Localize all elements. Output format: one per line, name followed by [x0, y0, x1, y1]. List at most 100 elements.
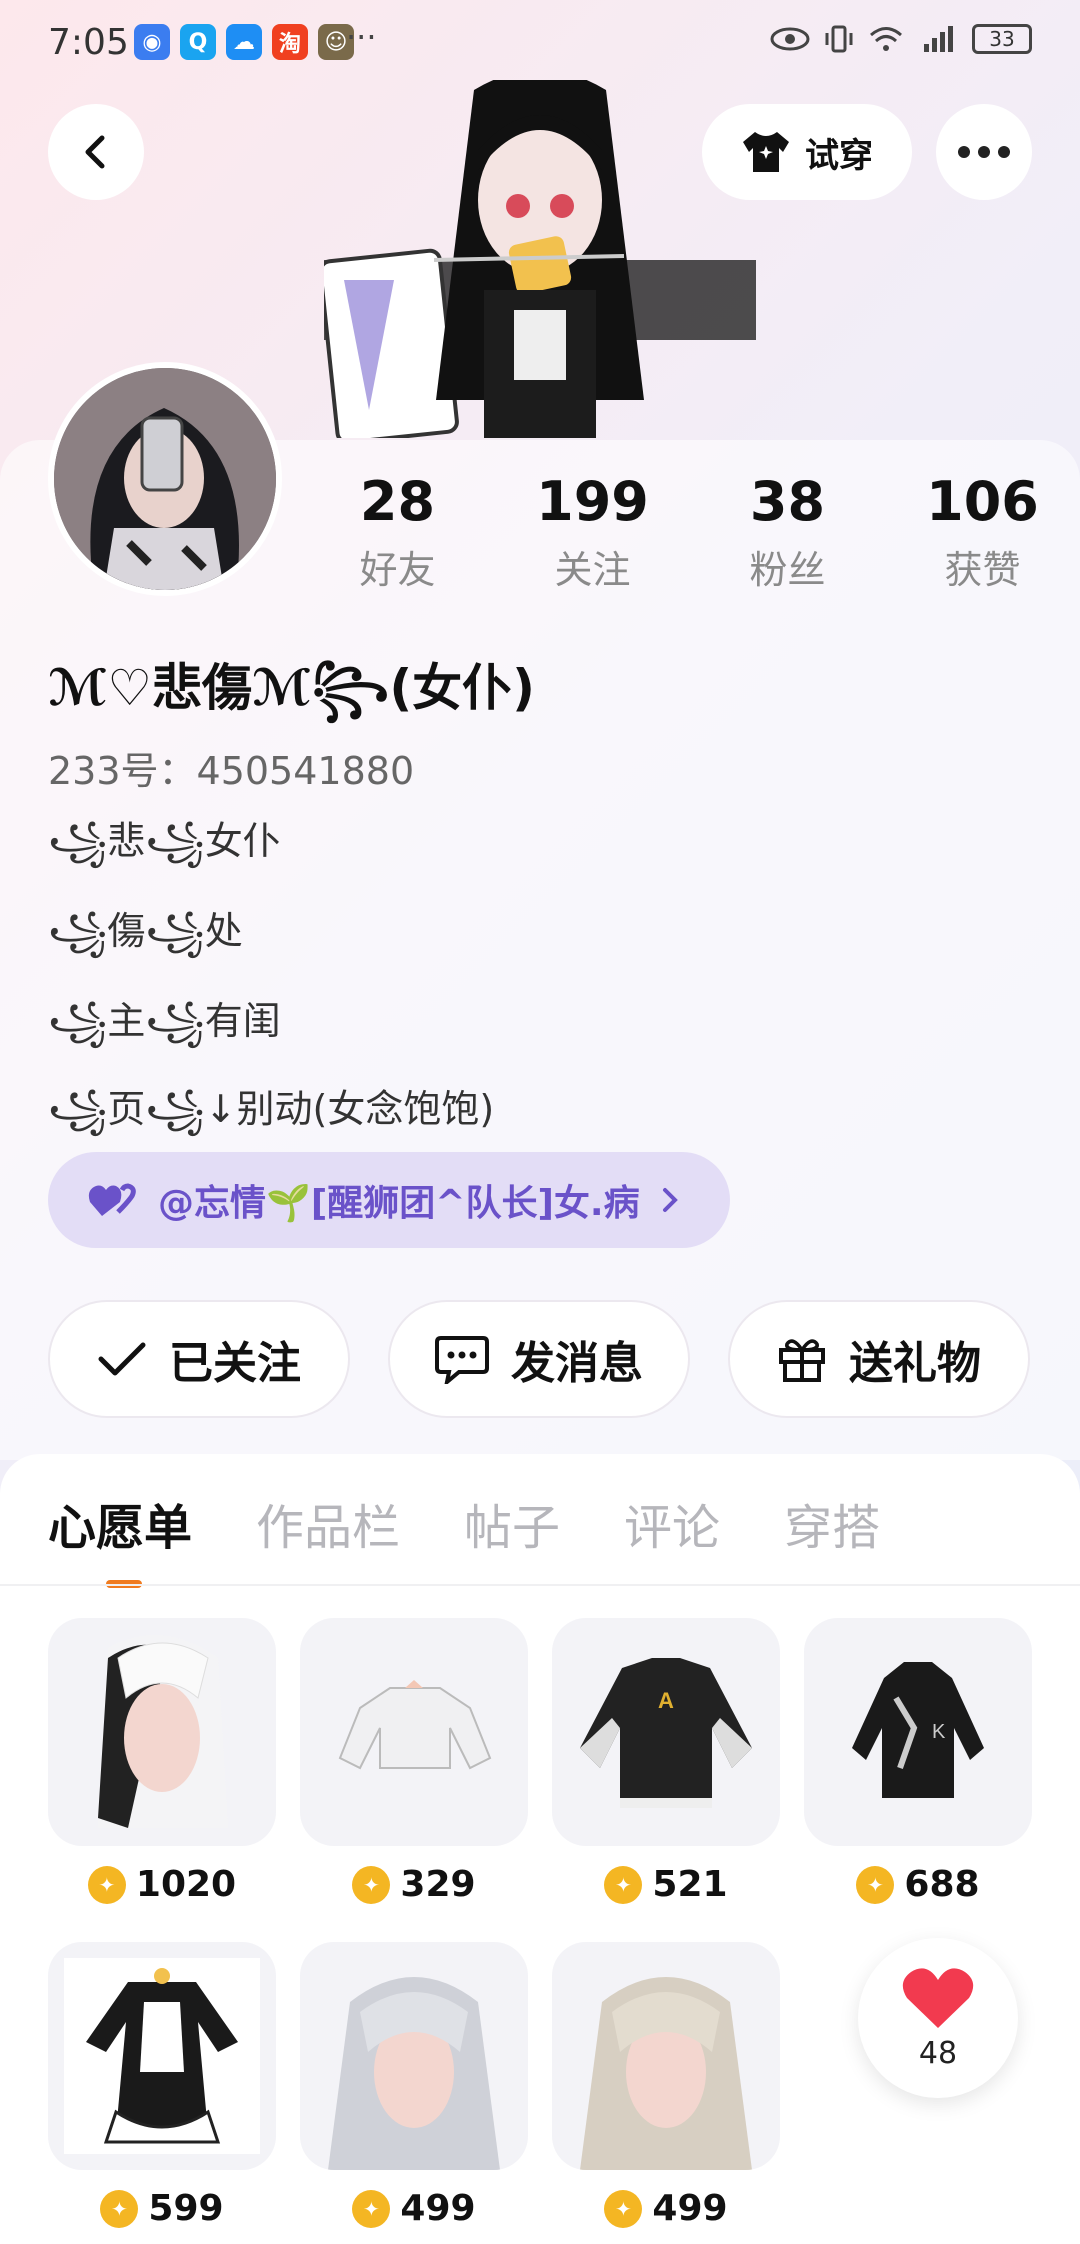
guild-tag[interactable]: @忘情🌱[醒狮团^队长]女.病: [48, 1152, 730, 1248]
profile-tabs: 心愿单 作品栏 帖子 评论 穿搭: [48, 1488, 880, 1588]
tab-comments[interactable]: 评论: [624, 1488, 720, 1588]
cloud-app-icon: ☁: [226, 24, 262, 60]
svg-text:K: K: [932, 1721, 946, 1743]
stat-fans[interactable]: 38 粉丝: [690, 470, 885, 594]
item-price-value: 1020: [135, 1864, 237, 1905]
username: ℳ♡悲傷ℳ꧂(女仆): [48, 659, 536, 717]
svg-text:A: A: [658, 1688, 674, 1713]
send-gift-label: 送礼物: [849, 1338, 981, 1389]
checkmark-icon: [98, 1342, 146, 1376]
more-options-button[interactable]: [936, 104, 1032, 200]
followed-label: 已关注: [169, 1338, 301, 1389]
stat-value: 199: [536, 470, 649, 533]
item-thumbnail: [300, 1942, 528, 2170]
try-on-button[interactable]: 试穿: [702, 104, 912, 200]
more-dot-icon: [998, 146, 1010, 158]
user-id[interactable]: 233号：450541880: [48, 740, 414, 795]
item-thumbnail: A: [552, 1618, 780, 1846]
coin-icon: ✦: [604, 2189, 643, 2228]
action-buttons: 已关注 发消息 送礼物: [48, 1300, 1030, 1418]
gift-icon: [779, 1339, 825, 1382]
wishlist-item[interactable]: ✦ 1020: [48, 1618, 276, 1918]
back-button[interactable]: [48, 104, 144, 200]
stat-following[interactable]: 199 关注: [495, 470, 690, 594]
coin-icon: ✦: [604, 1865, 643, 1904]
item-price: ✦ 521: [552, 1864, 780, 1905]
followed-button[interactable]: 已关注: [48, 1300, 350, 1418]
stat-value: 28: [359, 470, 436, 533]
item-price-value: 688: [904, 1864, 980, 1905]
try-on-label: 试穿: [805, 135, 873, 176]
bio-line: ꧁页꧁↓别动(女念饱饱): [48, 1087, 495, 1131]
wishlist-item[interactable]: A ✦ 521: [552, 1618, 780, 1918]
tab-wishlist[interactable]: 心愿单: [48, 1488, 192, 1588]
wishlist-item[interactable]: ✦ 599: [48, 1942, 276, 2242]
item-thumbnail: K: [804, 1618, 1032, 1846]
coin-icon: ✦: [100, 2189, 139, 2228]
guild-tag-label: @忘情🌱[醒狮团^队长]女.病: [158, 1183, 640, 1224]
content-panel: 心愿单 作品栏 帖子 评论 穿搭 ✦ 1020 ✦ 329 A ✦ 521 K …: [0, 1454, 1080, 2244]
item-price: ✦ 599: [48, 2188, 276, 2229]
send-message-button[interactable]: 发消息: [388, 1300, 690, 1418]
tab-works[interactable]: 作品栏: [256, 1488, 400, 1588]
double-heart-icon: [88, 1183, 136, 1216]
tab-outfits[interactable]: 穿搭: [784, 1488, 880, 1588]
coin-icon: ✦: [352, 1865, 391, 1904]
chevron-left-icon: [85, 135, 105, 169]
item-price: ✦ 499: [300, 2188, 528, 2229]
item-thumbnail: [552, 1942, 780, 2170]
signal-icon: [924, 26, 953, 52]
stat-friends[interactable]: 28 好友: [300, 470, 495, 594]
status-right: 33: [770, 24, 1032, 54]
send-gift-button[interactable]: 送礼物: [728, 1300, 1030, 1418]
chat-bubble-icon: [435, 1336, 489, 1384]
wishlist-item[interactable]: ✦ 499: [552, 1942, 780, 2242]
coin-icon: ✦: [87, 1865, 126, 1904]
item-price-value: 329: [400, 1864, 476, 1905]
item-thumbnail: [300, 1618, 528, 1846]
more-dot-icon: [978, 146, 990, 158]
stat-label: 好友: [359, 548, 436, 592]
more-dot-icon: [958, 146, 970, 158]
item-price-value: 521: [652, 1864, 728, 1905]
avatar-3d-showcase[interactable]: [324, 80, 756, 438]
stat-label: 粉丝: [749, 548, 826, 592]
tab-posts[interactable]: 帖子: [464, 1488, 560, 1588]
coin-icon: ✦: [352, 2189, 391, 2228]
wishlist-item[interactable]: K ✦ 688: [804, 1618, 1032, 1918]
wishlist-item[interactable]: ✦ 499: [300, 1942, 528, 2242]
stat-likes[interactable]: 106 获赞: [885, 470, 1080, 594]
like-button[interactable]: 48: [858, 1938, 1018, 2098]
chevron-right-icon: [662, 1188, 678, 1212]
taobao-app-icon: 淘: [272, 24, 308, 60]
stat-value: 38: [749, 470, 826, 533]
app-notification-icon: ◉: [134, 24, 170, 60]
status-app-icons: ◉ Q ☁ 淘 ☺: [134, 24, 354, 60]
profile-avatar[interactable]: [48, 362, 282, 596]
item-price-value: 499: [652, 2188, 728, 2229]
wishlist-grid: ✦ 1020 ✦ 329 A ✦ 521 K ✦ 688 ✦ 599 ✦ 499…: [48, 1618, 1032, 2242]
status-time: 7:05: [48, 22, 129, 63]
shirt-icon: [743, 132, 789, 172]
send-message-label: 发消息: [511, 1338, 643, 1389]
item-price: ✦ 499: [552, 2188, 780, 2229]
bio-line: ꧁悲꧁女仆: [48, 819, 281, 863]
search-app-icon: Q: [180, 24, 216, 60]
vibrate-icon: [825, 25, 853, 53]
item-thumbnail: [48, 1942, 276, 2170]
wifi-icon: [870, 27, 902, 51]
status-bar: 7:05 ◉ Q ☁ 淘 ☺ ··· 33: [0, 0, 1080, 90]
stat-label: 关注: [554, 548, 631, 592]
item-thumbnail: [48, 1618, 276, 1846]
coin-icon: ✦: [856, 1865, 895, 1904]
item-price: ✦ 1020: [48, 1864, 276, 1905]
profile-stats: 28 好友 199 关注 38 粉丝 106 获赞: [300, 470, 1080, 594]
stat-label: 获赞: [944, 548, 1021, 592]
item-price: ✦ 688: [804, 1864, 1032, 1905]
wishlist-item[interactable]: ✦ 329: [300, 1618, 528, 1918]
heart-icon: [902, 1967, 974, 2028]
like-count: 48: [918, 2035, 958, 2071]
bio-line: ꧁傷꧁处: [48, 909, 243, 953]
tabs-divider: [0, 1584, 1080, 1586]
stat-value: 106: [926, 470, 1039, 533]
